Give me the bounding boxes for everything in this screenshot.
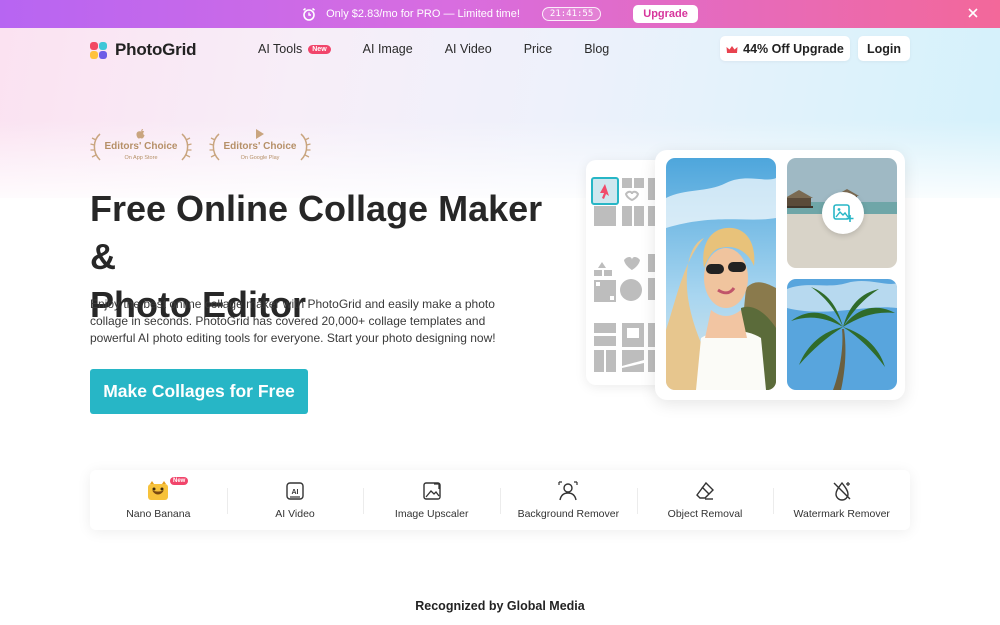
make-collages-button[interactable]: Make Collages for Free — [90, 369, 308, 414]
nav-item-ai-video[interactable]: AI Video — [445, 42, 492, 56]
award-app-store: Editors' Choice On App Store — [90, 128, 192, 166]
promo-timer: 21:41:55 — [541, 7, 602, 21]
recognized-heading: Recognized by Global Media — [415, 599, 585, 613]
upgrade-button[interactable]: 44% Off Upgrade — [720, 36, 850, 61]
promo-text: Only $2.83/mo for PRO — Limited time! — [326, 8, 520, 20]
crown-icon — [726, 44, 738, 54]
photogrid-logo-icon — [90, 41, 107, 59]
laurel-icon — [181, 133, 192, 161]
nav-links: AI Tools New AI Image AI Video Price Blo… — [258, 42, 641, 56]
hero-description: Enjoy the best online collage maker with… — [90, 297, 496, 345]
new-badge: New — [308, 44, 331, 54]
tool-image-upscaler[interactable]: Image Upscaler — [363, 470, 500, 530]
photo-beach-villas — [787, 158, 897, 268]
photo-woman-selfie — [666, 158, 776, 390]
nav-item-price[interactable]: Price — [524, 42, 552, 56]
laurel-icon — [90, 133, 101, 161]
google-play-icon — [256, 129, 264, 139]
tool-object-removal[interactable]: Object Removal — [636, 470, 774, 530]
eraser-icon — [696, 481, 715, 500]
top-navigation: PhotoGrid AI Tools New AI Image AI Video… — [0, 28, 1000, 70]
svg-text:AI: AI — [292, 489, 299, 496]
promo-banner: Only $2.83/mo for PRO — Limited time! 21… — [0, 0, 1000, 28]
watermark-remove-icon — [833, 481, 851, 501]
new-badge: New — [170, 477, 189, 485]
laurel-icon — [300, 133, 311, 161]
add-image-icon — [833, 204, 854, 222]
collage-preview — [655, 150, 905, 400]
alarm-clock-icon — [302, 7, 316, 21]
tools-bar: New Nano Banana AI AI Video Image Upscal… — [90, 470, 910, 530]
photo-palm-tree — [787, 279, 897, 390]
nav-item-ai-image[interactable]: AI Image — [363, 42, 413, 56]
award-google-play: Editors' Choice On Google Play — [209, 128, 311, 166]
layout-templates-illustration — [591, 177, 658, 372]
close-icon[interactable] — [966, 6, 980, 20]
tool-watermark-remover[interactable]: Watermark Remover — [773, 470, 910, 530]
logo[interactable]: PhotoGrid — [90, 40, 197, 60]
layout-templates-panel — [586, 160, 666, 385]
laurel-icon — [209, 133, 220, 161]
banana-icon — [148, 481, 169, 500]
person-cutout-icon — [558, 481, 578, 501]
tool-ai-video[interactable]: AI AI Video — [226, 470, 364, 530]
image-upscale-icon — [422, 482, 441, 500]
tool-background-remover[interactable]: Background Remover — [500, 470, 637, 530]
ai-video-icon: AI — [286, 482, 304, 500]
add-photo-button[interactable] — [822, 192, 864, 234]
logo-text: PhotoGrid — [115, 40, 197, 59]
tool-nano-banana[interactable]: New Nano Banana — [90, 470, 227, 530]
login-button[interactable]: Login — [858, 36, 910, 61]
nav-item-ai-tools[interactable]: AI Tools New — [258, 42, 331, 56]
promo-upgrade-button[interactable]: Upgrade — [633, 5, 698, 23]
apple-icon — [136, 129, 145, 139]
nav-item-blog[interactable]: Blog — [584, 42, 609, 56]
